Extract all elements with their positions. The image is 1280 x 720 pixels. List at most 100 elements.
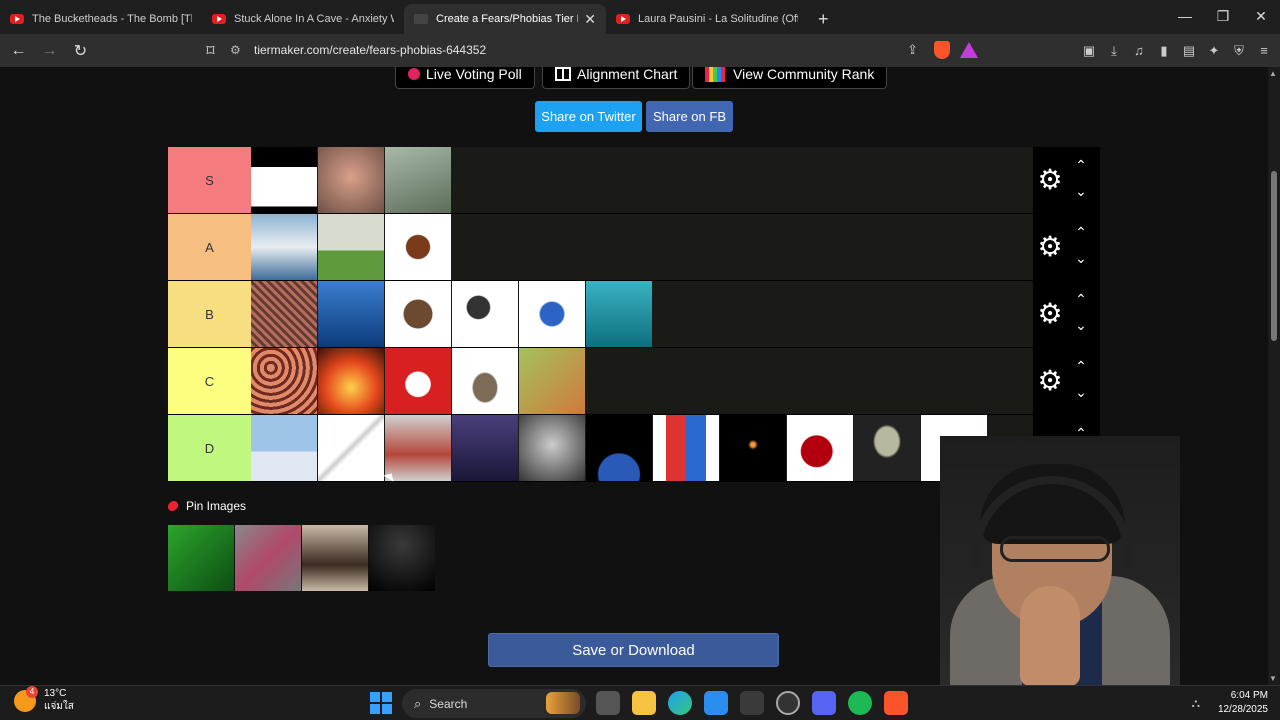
tier-item-mouse[interactable]: [452, 348, 518, 414]
tier-item-glass-floor-heights[interactable]: [385, 147, 451, 213]
wallet-icon[interactable]: ▤: [1181, 43, 1197, 59]
gear-icon[interactable]: ⚙: [1037, 233, 1063, 261]
tier-item-alien[interactable]: [854, 415, 920, 481]
tier-item-screaming-girl[interactable]: [318, 147, 384, 213]
tier-item-tarantula[interactable]: [385, 281, 451, 347]
alignment-chart-button[interactable]: Alignment Chart: [542, 67, 691, 89]
file-explorer-icon[interactable]: [632, 691, 656, 715]
tier-item-microphone[interactable]: [452, 281, 518, 347]
tier-item-jellyfish-diver[interactable]: [586, 281, 652, 347]
forward-icon[interactable]: →: [37, 42, 62, 60]
tier-item-airplane[interactable]: [251, 415, 317, 481]
scroll-down-icon[interactable]: ▼: [1269, 674, 1277, 683]
tier-item-shark[interactable]: [251, 214, 317, 280]
save-download-button[interactable]: Save or Download: [488, 633, 779, 667]
tier-items[interactable]: [251, 214, 1033, 280]
start-icon[interactable]: [370, 692, 392, 714]
tier-item-lizard[interactable]: [519, 348, 585, 414]
share-icon[interactable]: ⇪: [907, 42, 918, 58]
weather-widget[interactable]: 4 13°C แจ่มใส: [14, 686, 74, 714]
share-fb-button[interactable]: Share on FB: [646, 101, 733, 132]
tier-item-man-portrait[interactable]: [519, 415, 585, 481]
tier-item-scorpion-hand[interactable]: [302, 525, 368, 591]
tier-item-clown[interactable]: [385, 348, 451, 414]
chevron-down-icon[interactable]: ⌄: [1073, 384, 1089, 401]
music-icon[interactable]: ♫: [1131, 43, 1147, 58]
reload-icon[interactable]: ↻: [68, 41, 93, 61]
tier-label[interactable]: A: [168, 214, 251, 280]
bookmark-icon[interactable]: ⌑: [198, 41, 223, 61]
tier-item-centipede[interactable]: [235, 525, 301, 591]
unity-icon[interactable]: [740, 691, 764, 715]
tier-item-tinman-robot[interactable]: [385, 415, 451, 481]
address-bar[interactable]: ⚙ tiermaker.com/create/fears-phobias-644…: [222, 37, 990, 63]
tier-item-lightning-storm[interactable]: [452, 415, 518, 481]
chevron-down-icon[interactable]: ⌄: [1073, 250, 1089, 267]
sidebar-icon[interactable]: ▮: [1156, 43, 1172, 59]
chevron-up-icon[interactable]: ⌃: [1073, 224, 1089, 241]
network-icon[interactable]: ⛬: [1192, 696, 1200, 711]
gear-icon[interactable]: ⚙: [1037, 367, 1063, 395]
tier-item-syringe[interactable]: [318, 415, 384, 481]
gear-icon[interactable]: ⚙: [1037, 300, 1063, 328]
close-window-icon[interactable]: ✕: [1242, 0, 1280, 34]
tab-tiermaker[interactable]: Create a Fears/Phobias Tier List ✕: [404, 4, 606, 34]
tier-item-window-silhouette[interactable]: [251, 147, 317, 213]
tab-stuck-alone[interactable]: Stuck Alone In A Cave - Anxiety Warn: [202, 4, 404, 34]
spotify-icon[interactable]: [848, 691, 872, 715]
scroll-thumb[interactable]: [1271, 171, 1277, 341]
edge-icon[interactable]: [668, 691, 692, 715]
tier-item-house-fire[interactable]: [318, 348, 384, 414]
scroll-up-icon[interactable]: ▲: [1269, 69, 1277, 78]
tier-item-virus[interactable]: [519, 281, 585, 347]
menu-icon[interactable]: ≡: [1256, 43, 1272, 58]
share-twitter-button[interactable]: Share on Twitter: [535, 101, 642, 132]
download-icon[interactable]: ⤓: [1106, 43, 1122, 59]
tier-item-knotted-rope[interactable]: [653, 415, 719, 481]
new-tab-button[interactable]: +: [808, 4, 839, 34]
restore-icon[interactable]: ❐: [1204, 0, 1242, 34]
site-settings-icon[interactable]: ⚙: [230, 43, 250, 57]
close-tab-icon[interactable]: ✕: [584, 11, 596, 28]
tier-item-deep-ocean[interactable]: [318, 281, 384, 347]
tier-label[interactable]: S: [168, 147, 251, 213]
tier-item-candle-dark[interactable]: [720, 415, 786, 481]
community-rank-button[interactable]: View Community Rank: [692, 67, 888, 89]
minimize-icon[interactable]: —: [1166, 0, 1204, 34]
gear-icon[interactable]: ⚙: [1037, 166, 1063, 194]
tier-item-cockroach[interactable]: [385, 214, 451, 280]
tier-item-crowd[interactable]: [251, 281, 317, 347]
tier-item-darkness[interactable]: [369, 525, 435, 591]
taskbar-search[interactable]: ⌕ Search: [402, 689, 586, 718]
tier-item-lotus-holes[interactable]: [251, 348, 317, 414]
leo-ai-icon[interactable]: ✦: [1206, 43, 1222, 59]
tier-label[interactable]: B: [168, 281, 251, 347]
chevron-up-icon[interactable]: ⌃: [1073, 291, 1089, 308]
steam-icon[interactable]: [776, 691, 800, 715]
chevron-down-icon[interactable]: ⌄: [1073, 183, 1089, 200]
tier-item-asteroid-earth[interactable]: [586, 415, 652, 481]
chevron-down-icon[interactable]: ⌄: [1073, 317, 1089, 334]
tier-items[interactable]: [251, 281, 1033, 347]
clock[interactable]: 6:04 PM 12/28/2025: [1218, 689, 1268, 717]
task-view-icon[interactable]: [596, 691, 620, 715]
tab-bucketheads[interactable]: The Bucketheads - The Bomb [These: [0, 4, 202, 34]
tier-item-green-snake[interactable]: [168, 525, 234, 591]
tier-label[interactable]: C: [168, 348, 251, 414]
store-icon[interactable]: [704, 691, 728, 715]
brave-rewards-icon[interactable]: [960, 42, 978, 58]
tier-items[interactable]: [251, 415, 1033, 481]
tier-item-blood-splatter[interactable]: [787, 415, 853, 481]
reader-icon[interactable]: ▣: [1081, 43, 1097, 59]
brave-icon[interactable]: [884, 691, 908, 715]
live-voting-button[interactable]: Live Voting Poll: [395, 67, 535, 89]
vpn-icon[interactable]: ⛨: [1231, 43, 1247, 59]
pin-images-toggle[interactable]: Pin Images: [167, 499, 246, 513]
page-scrollbar[interactable]: ▲ ▼: [1268, 67, 1280, 685]
tier-label[interactable]: D: [168, 415, 251, 481]
tier-item-gravestone[interactable]: [318, 214, 384, 280]
brave-shield-icon[interactable]: [934, 41, 950, 59]
tier-items[interactable]: [251, 147, 1033, 213]
tab-laura-pausini[interactable]: Laura Pausini - La Solitudine (Official: [606, 4, 808, 34]
back-icon[interactable]: ←: [6, 42, 31, 60]
